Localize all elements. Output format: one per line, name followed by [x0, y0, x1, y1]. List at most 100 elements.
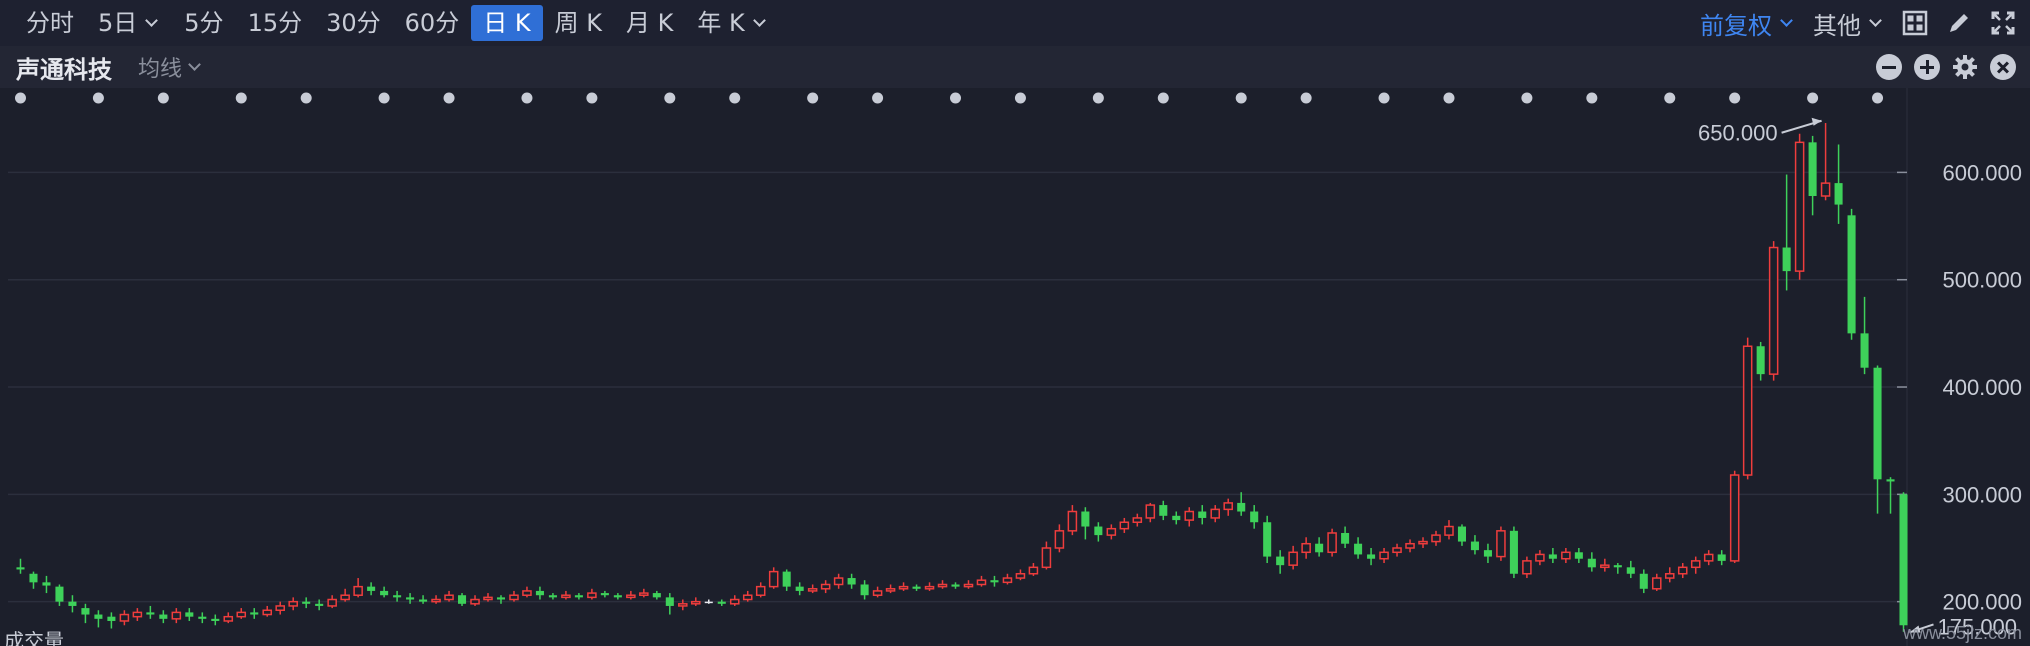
tab-label: 15分: [247, 9, 303, 37]
candle: [1782, 174, 1791, 291]
tab-period-3[interactable]: 15分: [236, 5, 315, 41]
event-marker[interactable]: [157, 92, 169, 104]
draw-pen-icon[interactable]: [1946, 10, 1972, 36]
event-marker[interactable]: [729, 92, 741, 104]
candle: [94, 610, 103, 628]
candle: [223, 612, 234, 624]
candle: [171, 608, 182, 624]
other-dropdown[interactable]: 其他: [1813, 6, 1884, 41]
candle: [717, 599, 726, 606]
tab-period-5[interactable]: 60分: [393, 5, 472, 41]
event-marker[interactable]: [872, 92, 884, 104]
tab-period-0[interactable]: 分时: [14, 5, 86, 41]
candle: [1470, 535, 1479, 555]
candle: [211, 614, 220, 626]
candle: [159, 610, 168, 624]
candle: [483, 593, 493, 602]
event-marker[interactable]: [1664, 92, 1676, 104]
event-marker[interactable]: [1521, 92, 1533, 104]
tab-period-9[interactable]: 年 K: [685, 5, 779, 41]
event-marker[interactable]: [300, 92, 312, 104]
zoom-in-icon[interactable]: [1914, 54, 1940, 80]
candle: [327, 595, 337, 609]
event-marker[interactable]: [1092, 92, 1104, 104]
tab-period-2[interactable]: 5分: [172, 5, 235, 41]
kline-chart[interactable]: 200.000 300.000 400.000 500.000 600.000 650.0…: [0, 88, 2030, 646]
candle: [1794, 133, 1805, 280]
event-marker[interactable]: [586, 92, 598, 104]
candle: [340, 588, 350, 602]
event-marker[interactable]: [443, 92, 455, 104]
candle: [860, 580, 869, 600]
event-marker[interactable]: [807, 92, 819, 104]
candle: [68, 595, 77, 613]
candle: [652, 590, 661, 600]
event-marker[interactable]: [1729, 92, 1741, 104]
candle: [1860, 296, 1869, 375]
event-marker[interactable]: [1014, 92, 1026, 104]
candle: [496, 595, 506, 604]
candle: [1081, 507, 1090, 540]
candle: [1327, 528, 1337, 557]
candle: [1223, 498, 1233, 516]
candle: [1367, 548, 1376, 566]
y-tick-label: 200.000: [1942, 590, 2022, 615]
event-marker[interactable]: [1235, 92, 1247, 104]
candle: [833, 573, 844, 589]
fullscreen-icon[interactable]: [1990, 10, 2016, 36]
y-tick-label: 400.000: [1942, 375, 2022, 400]
candle: [275, 601, 285, 615]
candle: [250, 608, 259, 619]
candle: [1651, 573, 1662, 591]
candle: [1756, 341, 1765, 381]
candle: [755, 582, 766, 598]
candle: [1119, 517, 1130, 533]
close-icon[interactable]: [1990, 54, 2016, 80]
event-marker[interactable]: [14, 92, 26, 104]
event-marker[interactable]: [1300, 92, 1312, 104]
tab-period-7[interactable]: 周 K: [543, 5, 614, 41]
tab-period-8[interactable]: 月 K: [614, 5, 685, 41]
event-marker[interactable]: [1807, 92, 1819, 104]
candle: [820, 580, 831, 594]
event-marker[interactable]: [950, 92, 962, 104]
event-marker[interactable]: [521, 92, 533, 104]
candle: [613, 593, 622, 600]
event-marker[interactable]: [378, 92, 390, 104]
tab-period-6[interactable]: 日 K: [471, 5, 543, 41]
adjust-dropdown[interactable]: 前复权: [1700, 6, 1795, 41]
candle: [1561, 548, 1571, 564]
candle: [1768, 241, 1779, 381]
event-marker[interactable]: [1443, 92, 1455, 104]
event-marker[interactable]: [1586, 92, 1598, 104]
tab-period-4[interactable]: 30分: [314, 5, 393, 41]
candle: [535, 586, 544, 600]
candle: [639, 588, 649, 598]
adjust-label: 前复权: [1700, 11, 1772, 40]
tab-period-1[interactable]: 5日: [86, 5, 172, 41]
candle: [185, 608, 194, 621]
event-marker[interactable]: [1378, 92, 1390, 104]
candle: [742, 590, 753, 602]
candle: [1015, 569, 1026, 581]
candle: [367, 582, 376, 596]
candle: [1834, 144, 1843, 224]
grid-icon[interactable]: [1902, 10, 1928, 36]
zoom-out-icon[interactable]: [1876, 54, 1902, 80]
candle: [55, 584, 64, 606]
candle: [419, 595, 428, 604]
chart-header: 声通科技 均线: [0, 46, 2030, 88]
event-marker[interactable]: [1157, 92, 1169, 104]
candle: [1742, 337, 1753, 480]
event-marker[interactable]: [664, 92, 676, 104]
candle: [1483, 543, 1492, 564]
candle: [795, 582, 804, 596]
candle: [1886, 477, 1895, 514]
event-marker[interactable]: [92, 92, 104, 104]
candle: [1067, 505, 1078, 536]
candle: [1106, 524, 1117, 540]
event-marker[interactable]: [1872, 92, 1884, 104]
ma-dropdown[interactable]: 均线: [138, 51, 203, 83]
settings-icon[interactable]: [1952, 54, 1978, 80]
event-marker[interactable]: [235, 92, 247, 104]
